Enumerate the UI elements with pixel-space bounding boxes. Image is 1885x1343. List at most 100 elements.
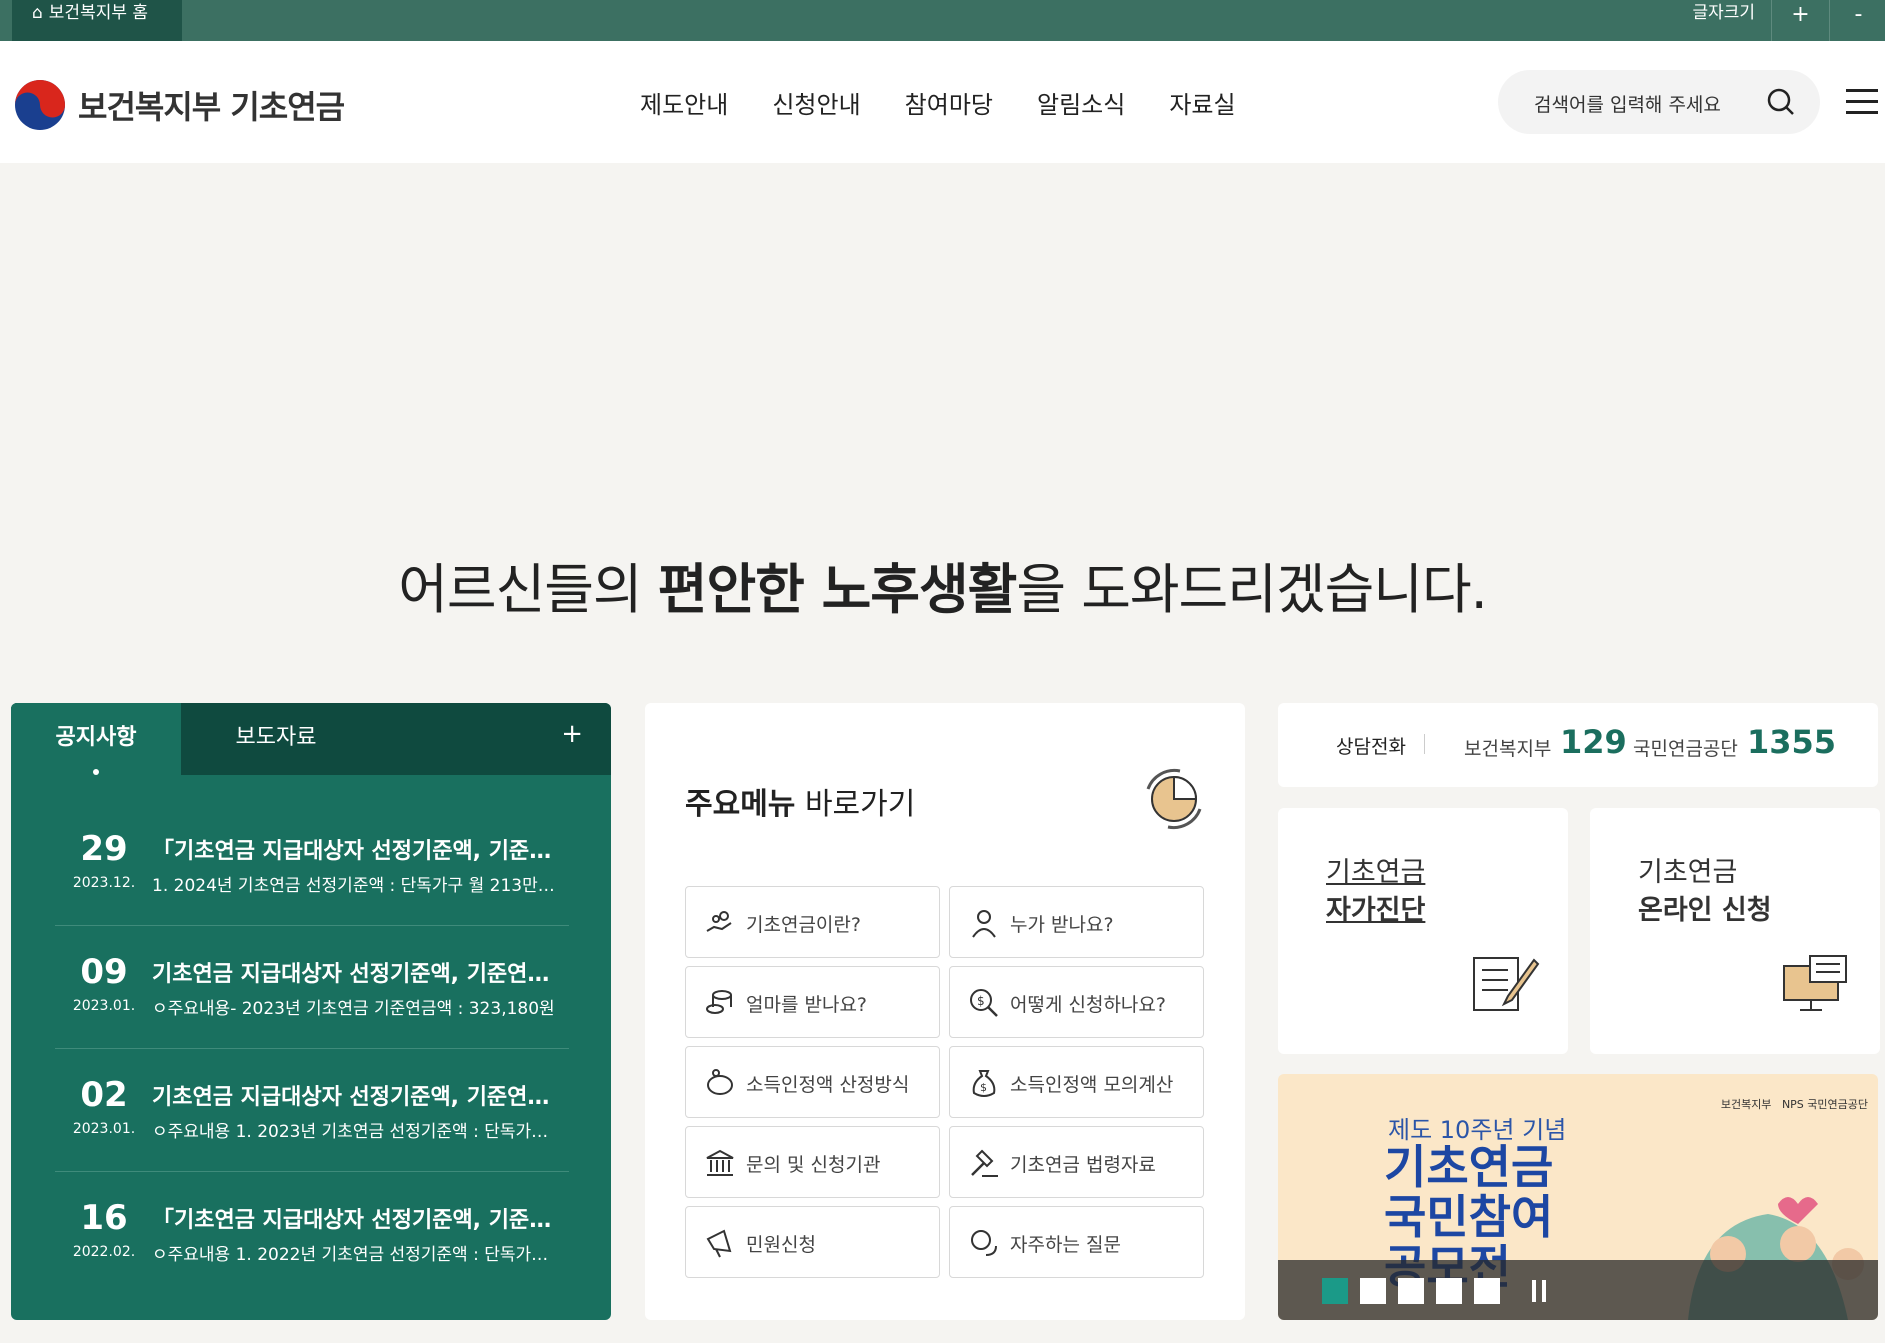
hero-text-pre: 어르신들의 [398, 558, 658, 621]
notice-title[interactable]: 기초연금 지급대상자 선정기준액, 기준연금… [152, 1079, 562, 1111]
notice-title[interactable]: 「기초연금 지급대상자 선정기준액, 기준연금액… [152, 833, 562, 865]
notice-item[interactable]: 09 2023.01. 기초연금 지급대상자 선정기준액, 기준연금… ㅇ주요내… [55, 926, 569, 1049]
money-bag-icon: $ [972, 1070, 996, 1097]
quick-button-label: 민원신청 [746, 1234, 816, 1256]
quick-button-how-much[interactable]: 얼마를 받나요? [685, 966, 940, 1038]
nav-item-participation[interactable]: 참여마당 [905, 85, 993, 120]
font-increase-button[interactable]: + [1771, 0, 1829, 41]
quick-button-law-materials[interactable]: 기초연금 법령자료 [949, 1126, 1204, 1198]
gavel-icon [971, 1149, 998, 1177]
notice-day: 02 [80, 1075, 128, 1115]
card-line2: 자가진단 [1326, 895, 1426, 926]
hero-tagline: 어르신들의 편안한 노후생활을 도와드리겠습니다. [0, 545, 1885, 624]
slide-dot[interactable] [1360, 1278, 1386, 1304]
quick-menu-panel: 주요메뉴 바로가기 기초연금이란? 누가 받나요? 얼마를 받나요? $ 어떻게… [645, 703, 1245, 1320]
counseling-label: 상담전화 [1336, 736, 1406, 758]
phone-number-nps[interactable]: 1355 [1747, 723, 1836, 761]
event-banner[interactable]: 제도 10주년 기념 기초연금 국민참여 공모전 보건복지부 NPS 국민연금공… [1278, 1074, 1878, 1320]
hero-text-bold: 편안한 노후생활 [657, 558, 1018, 621]
banner-logos: 보건복지부 NPS 국민연금공단 [1721, 1096, 1868, 1112]
quick-button-what-is[interactable]: 기초연금이란? [685, 886, 940, 958]
banner-logo-ministry: 보건복지부 [1720, 1098, 1772, 1111]
notice-day: 29 [80, 829, 128, 869]
quick-button-income-method[interactable]: 소득인정액 산정방식 [685, 1046, 940, 1118]
quick-button-label: 소득인정액 산정방식 [746, 1074, 910, 1096]
tab-press-releases[interactable]: 보도자료 [211, 703, 341, 775]
pie-chart-icon [1146, 768, 1202, 830]
main-nav: 제도안내 신청안내 참여마당 알림소식 자료실 [640, 85, 1280, 120]
bank-building-icon [706, 1149, 734, 1176]
nav-item-resources[interactable]: 자료실 [1169, 85, 1235, 120]
svg-text:$: $ [977, 994, 985, 1008]
banner-logo-nps: NPS 국민연금공단 [1781, 1098, 1868, 1111]
notice-summary: ㅇ주요내용 1. 2023년 기초연금 선정기준액 : 단독가구 … [152, 1122, 562, 1142]
notice-item[interactable]: 16 2022.02. 「기초연금 지급대상자 선정기준액, 기준연금… ㅇ주요… [55, 1172, 569, 1295]
pause-icon[interactable] [1532, 1280, 1546, 1302]
piggy-bank-icon [707, 1069, 733, 1095]
quick-button-civil-petition[interactable]: 민원신청 [685, 1206, 940, 1278]
quick-button-label: 소득인정액 모의계산 [1010, 1074, 1174, 1096]
home-icon: ⌂ [32, 3, 43, 23]
self-diagnosis-card[interactable]: 기초연금 자가진단 [1278, 808, 1568, 1054]
nav-item-application-guide[interactable]: 신청안내 [772, 85, 860, 120]
quick-button-income-simulation[interactable]: $ 소득인정액 모의계산 [949, 1046, 1204, 1118]
card-line1: 기초연금 [1638, 857, 1738, 888]
quick-button-label: 기초연금이란? [746, 914, 861, 936]
font-decrease-button[interactable]: - [1829, 0, 1885, 41]
ministry-home-label: 보건복지부 홈 [48, 3, 149, 23]
quick-button-label: 기초연금 법령자료 [1010, 1154, 1156, 1176]
quick-button-label: 얼마를 받나요? [746, 994, 868, 1016]
coin-stack-icon [706, 990, 732, 1014]
quick-button-who-receives[interactable]: 누가 받나요? [949, 886, 1204, 958]
quick-menu-title-rest: 바로가기 [795, 787, 916, 822]
site-logo[interactable]: 보건복지부 기초연금 [14, 79, 345, 131]
quick-button-label: 자주하는 질문 [1010, 1234, 1121, 1256]
notice-day: 16 [80, 1198, 128, 1238]
slide-dot[interactable] [1398, 1278, 1424, 1304]
hand-coins-icon [706, 911, 732, 932]
hamburger-menu-icon[interactable] [1846, 89, 1878, 115]
slide-dot[interactable] [1322, 1278, 1348, 1304]
phone-org-ministry: 보건복지부 [1464, 738, 1552, 760]
divider [1424, 734, 1425, 754]
quick-button-label: 누가 받나요? [1010, 914, 1114, 936]
quick-button-faq[interactable]: 자주하는 질문 [949, 1206, 1204, 1278]
quick-button-inquiry-agency[interactable]: 문의 및 신청기관 [685, 1126, 940, 1198]
notice-tabs: 공지사항 보도자료 + [11, 703, 611, 775]
chat-bubbles-icon [971, 1230, 997, 1256]
notice-title[interactable]: 기초연금 지급대상자 선정기준액, 기준연금… [152, 956, 562, 988]
person-icon [972, 910, 996, 938]
search-icon[interactable] [1766, 87, 1796, 117]
slide-dot[interactable] [1474, 1278, 1500, 1304]
nav-item-system-guide[interactable]: 제도안내 [640, 85, 728, 120]
notice-year-month: 2022.02. [72, 1244, 136, 1260]
phone-number-ministry[interactable]: 129 [1560, 723, 1627, 761]
ministry-home-link[interactable]: ⌂ 보건복지부 홈 [12, 0, 182, 41]
phone-org-nps: 국민연금공단 [1633, 738, 1738, 760]
notice-panel: 공지사항 보도자료 + 29 2023.12. 「기초연금 지급대상자 선정기준… [11, 703, 611, 1320]
nav-item-news[interactable]: 알림소식 [1037, 85, 1125, 120]
notice-year-month: 2023.12. [72, 875, 136, 891]
online-application-card[interactable]: 기초연금 온라인 신청 [1590, 808, 1880, 1054]
tab-notices[interactable]: 공지사항 [11, 703, 181, 775]
card-line2: 온라인 신청 [1638, 895, 1772, 926]
notice-more-button[interactable]: + [561, 719, 583, 749]
megaphone-icon [706, 1229, 732, 1258]
notice-item[interactable]: 29 2023.12. 「기초연금 지급대상자 선정기준액, 기준연금액… 1.… [55, 803, 569, 926]
slide-dot[interactable] [1436, 1278, 1462, 1304]
monitor-icon [1783, 955, 1847, 1011]
quick-menu-title: 주요메뉴 바로가기 [685, 779, 915, 823]
notice-summary: ㅇ주요내용- 2023년 기초연금 기준연금액 : 323,180원 [152, 999, 555, 1019]
notice-year-month: 2023.01. [72, 1121, 136, 1137]
svg-text:$: $ [980, 1081, 987, 1094]
card-line1: 기초연금 [1326, 857, 1426, 888]
magnifier-dollar-icon: $ [970, 989, 998, 1017]
search-placeholder: 검색어를 입력해 주세요 [1534, 94, 1721, 116]
search-box[interactable]: 검색어를 입력해 주세요 [1498, 70, 1820, 134]
taegeuk-emblem-icon [15, 80, 65, 130]
notice-title[interactable]: 「기초연금 지급대상자 선정기준액, 기준연금… [152, 1202, 562, 1234]
hero-text-post: 을 도와드리겠습니다. [1016, 558, 1487, 621]
quick-button-how-apply[interactable]: $ 어떻게 신청하나요? [949, 966, 1204, 1038]
font-size-label: 글자크기 [1692, 3, 1755, 23]
notice-item[interactable]: 02 2023.01. 기초연금 지급대상자 선정기준액, 기준연금… ㅇ주요내… [55, 1049, 569, 1172]
